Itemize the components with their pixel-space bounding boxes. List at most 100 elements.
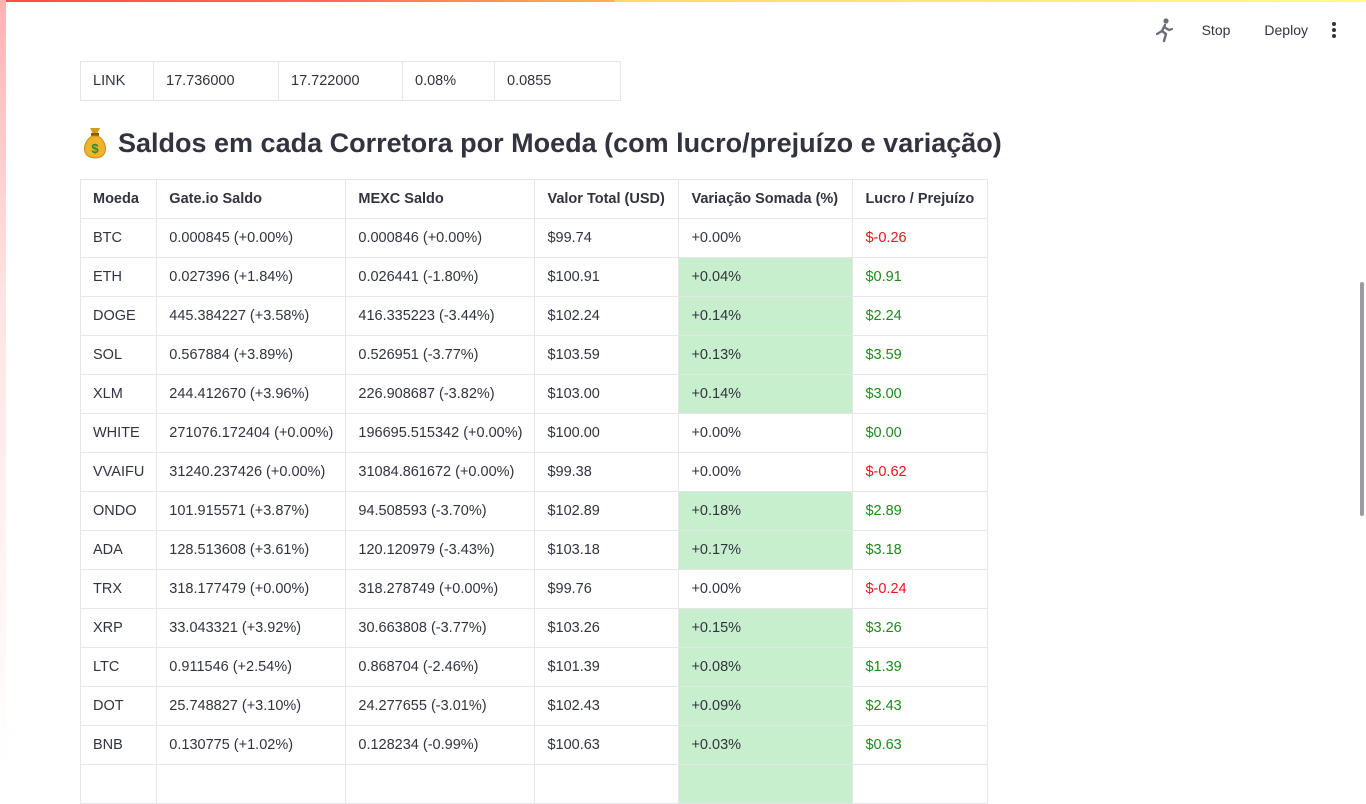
left-edge-gradient [0,0,6,768]
table-cell-pl: $-0.26 [852,218,989,258]
table-row: WHITE 271076.172404 (+0.00%) 196695.515342… [79,413,989,453]
table-cell-mexc: 94.508593 (-3.70%) [345,491,536,531]
table-row: SOL 0.567884 (+3.89%) 0.526951 (-3.77%) $10… [79,335,989,375]
table-cell-gate: 445.384227 (+3.58%) [156,296,347,336]
table-cell-pl: $2.24 [852,296,989,336]
table-cell-pl: $2.89 [852,491,989,531]
table-cell-mexc: 0.526951 (-3.77%) [345,335,536,375]
table-row: LINK 17.736000 17.722000 0.08% 0.0855 [80,61,621,101]
table-cell-gate: 101.915571 (+3.87%) [156,491,347,531]
table-cell-total: $103.59 [534,335,680,375]
running-man-icon [1154,16,1176,44]
kebab-menu-icon [1332,22,1336,38]
table-cell-total: $100.00 [534,413,680,453]
column-header[interactable]: Valor Total (USD) [534,179,680,219]
table-cell-gate: 0.027396 (+1.84%) [156,257,347,297]
table-cell-gate: 31240.237426 (+0.00%) [156,452,347,492]
table-row: ONDO 101.915571 (+3.87%) 94.508593 (-3.70%… [79,491,989,531]
table-cell-mexc: 0.868704 (-2.46%) [345,647,536,687]
spread-table: LINK 17.736000 17.722000 0.08% 0.0855 [80,61,621,101]
table-cell-mexc: 30.663808 (-3.77%) [345,608,536,648]
money-bag-icon: $ [80,126,110,160]
table-cell-mexc: 226.908687 (-3.82%) [345,374,536,414]
column-header[interactable]: MEXC Saldo [345,179,536,219]
table-cell-moeda: TRX [79,569,158,609]
table-cell-mexc: 120.120979 (-3.43%) [345,530,536,570]
table-cell-gate: 128.513608 (+3.61%) [156,530,347,570]
stop-button[interactable]: Stop [1192,18,1241,42]
table-cell-moeda: ETH [79,257,158,297]
table-cell-gate: 25.748827 (+3.10%) [156,686,347,726]
column-header[interactable]: Gate.io Saldo [156,179,347,219]
table-cell-mexc: 0.128234 (-0.99%) [345,725,536,765]
table-cell-pl: $3.59 [852,335,989,375]
table-cell-gate: 0.911546 (+2.54%) [156,647,347,687]
table-cell-moeda: VVAIFU [79,452,158,492]
table-cell-moeda: BTC [79,218,158,258]
table-cell: 0.08% [402,61,495,101]
table-cell-var: +0.15% [678,608,854,648]
table-cell-total [534,764,680,804]
table-cell-gate [156,764,347,804]
table-cell-pl [852,764,989,804]
table-row: ETH 0.027396 (+1.84%) 0.026441 (-1.80%) $10… [79,257,989,297]
table-cell-mexc [345,764,536,804]
deploy-button[interactable]: Deploy [1254,18,1318,42]
column-header[interactable]: Variação Somada (%) [678,179,854,219]
table-cell-gate: 244.412670 (+3.96%) [156,374,347,414]
table-cell-moeda: SOL [79,335,158,375]
table-cell-total: $101.39 [534,647,680,687]
table-cell-moeda: BNB [79,725,158,765]
table-cell-pl: $1.39 [852,647,989,687]
table-cell-moeda: DOT [79,686,158,726]
table-cell-total: $100.63 [534,725,680,765]
table-cell-var: +0.14% [678,296,854,336]
table-header-row: Moeda Gate.io Saldo MEXC Saldo Valor Tot… [79,179,989,219]
table-row: XLM 244.412670 (+3.96%) 226.908687 (-3.82%… [79,374,989,414]
column-header[interactable]: Moeda [79,179,158,219]
table-cell-gate: 0.567884 (+3.89%) [156,335,347,375]
table-cell-var: +0.00% [678,413,854,453]
table-cell-gate: 33.043321 (+3.92%) [156,608,347,648]
table-cell-mexc: 24.277655 (-3.01%) [345,686,536,726]
table-row: XRP 33.043321 (+3.92%) 30.663808 (-3.77%) $… [79,608,989,648]
table-row [79,764,989,804]
table-row: ADA 128.513608 (+3.61%) 120.120979 (-3.43%… [79,530,989,570]
table-cell-var: +0.14% [678,374,854,414]
svg-text:$: $ [91,141,99,156]
heading-text: Saldos em cada Corretora por Moeda (com … [118,127,1002,158]
table-cell-mexc: 31084.861672 (+0.00%) [345,452,536,492]
table-cell-moeda: LTC [79,647,158,687]
vertical-scrollbar[interactable] [1360,282,1364,516]
more-options-menu[interactable] [1322,16,1346,44]
table-cell-mexc: 416.335223 (-3.44%) [345,296,536,336]
table-cell-var: +0.04% [678,257,854,297]
table-cell-gate: 0.000845 (+0.00%) [156,218,347,258]
table-cell-pl: $3.00 [852,374,989,414]
table-cell-mexc: 0.000846 (+0.00%) [345,218,536,258]
table-row: BTC 0.000845 (+0.00%) 0.000846 (+0.00%) $99… [79,218,989,258]
table-cell-gate: 271076.172404 (+0.00%) [156,413,347,453]
table-cell-mexc: 196695.515342 (+0.00%) [345,413,536,453]
table-cell-mexc: 0.026441 (-1.80%) [345,257,536,297]
table-cell-moeda: WHITE [79,413,158,453]
table-cell: 17.722000 [278,61,403,101]
table-cell-total: $103.26 [534,608,680,648]
table-cell-total: $102.43 [534,686,680,726]
table-cell-pl: $3.26 [852,608,989,648]
table-cell-var: +0.00% [678,452,854,492]
section-heading: $ Saldos em cada Corretora por Moeda (co… [80,126,1002,160]
table-cell-var [678,764,854,804]
table-cell-total: $103.00 [534,374,680,414]
column-header[interactable]: Lucro / Prejuízo [852,179,989,219]
table-cell-var: +0.17% [678,530,854,570]
table-cell-pl: $3.18 [852,530,989,570]
table-row: TRX 318.177479 (+0.00%) 318.278749 (+0.00%… [79,569,989,609]
header-decoration-bar [0,0,1366,2]
table-cell-var: +0.09% [678,686,854,726]
table-row: DOT 25.748827 (+3.10%) 24.277655 (-3.01%) $… [79,686,989,726]
table-row: LTC 0.911546 (+2.54%) 0.868704 (-2.46%) $10… [79,647,989,687]
table-cell-moeda: DOGE [79,296,158,336]
table-cell-total: $100.91 [534,257,680,297]
table-cell-pl: $0.91 [852,257,989,297]
